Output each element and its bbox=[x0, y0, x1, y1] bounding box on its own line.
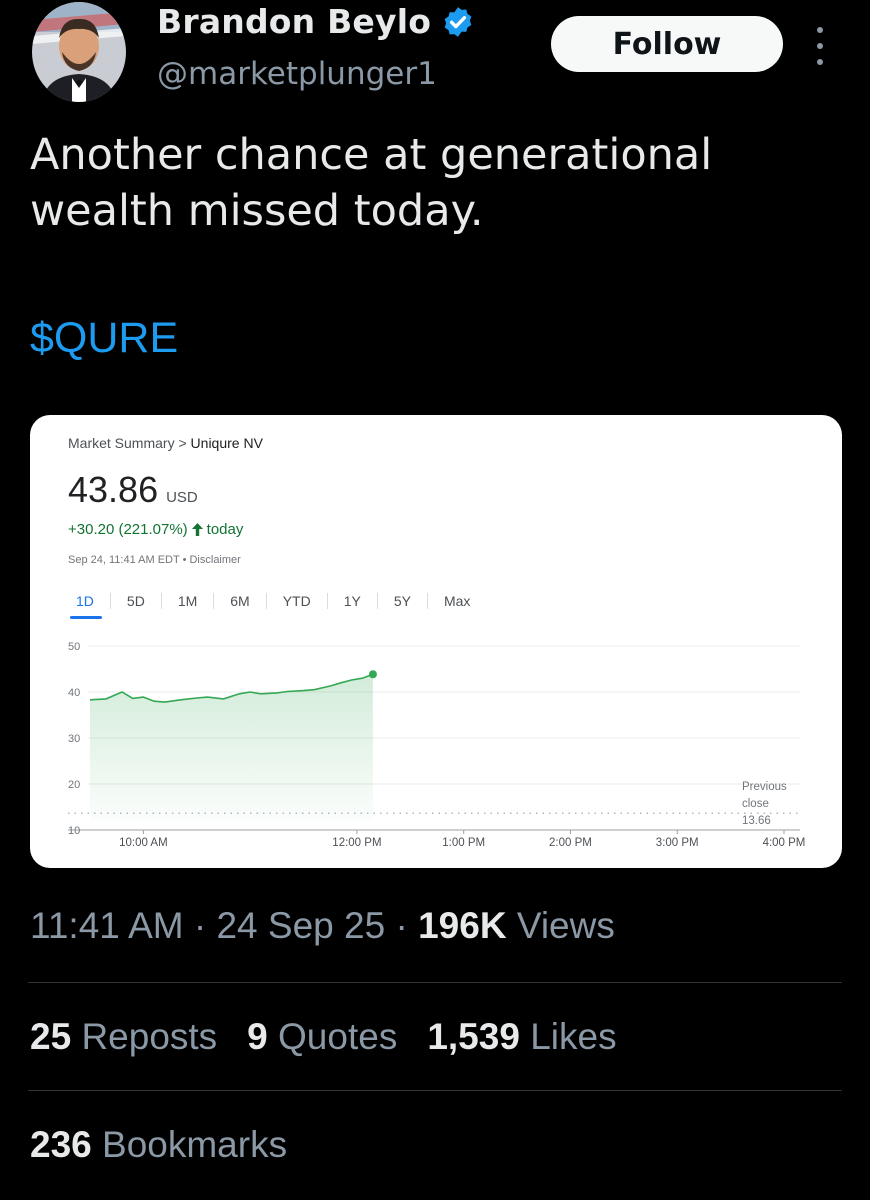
x-tick-label: 1:00 PM bbox=[442, 837, 485, 849]
views-count: 196K bbox=[418, 905, 507, 946]
author-handle[interactable]: @marketplunger1 bbox=[157, 56, 437, 92]
tweet-text: Another chance at generational wealth mi… bbox=[30, 127, 830, 239]
range-tab-1m[interactable]: 1M bbox=[160, 593, 213, 609]
range-tab-max[interactable]: Max bbox=[426, 593, 486, 609]
meta-separator-2: · bbox=[395, 905, 408, 946]
follow-button[interactable]: Follow bbox=[551, 16, 783, 72]
y-tick-label: 10 bbox=[68, 825, 80, 837]
likes-stat[interactable]: 1,539 Likes bbox=[427, 1016, 616, 1058]
range-tabs: 1D 5D 1M 6M YTD 1Y 5Y Max bbox=[68, 593, 486, 619]
likes-count: 1,539 bbox=[427, 1016, 520, 1057]
y-tick-label: 50 bbox=[68, 641, 80, 653]
cashtag-link[interactable]: $QURE bbox=[30, 314, 178, 363]
meta-separator-1: · bbox=[193, 905, 207, 946]
quotes-stat[interactable]: 9 Quotes bbox=[247, 1016, 397, 1058]
quote-timestamp: Sep 24, 11:41 AM EDT • Disclaimer bbox=[68, 554, 241, 566]
reposts-label: Reposts bbox=[81, 1016, 218, 1057]
disclaimer-link[interactable]: Disclaimer bbox=[189, 554, 240, 566]
range-tab-5d[interactable]: 5D bbox=[109, 593, 161, 609]
previous-close-value: 13.66 bbox=[742, 815, 771, 827]
bookmarks-label: Bookmarks bbox=[102, 1124, 288, 1165]
breadcrumb-separator: > bbox=[178, 435, 187, 451]
tweet-text-line-2: wealth missed today. bbox=[30, 186, 484, 236]
previous-close-label-line-1: Previous bbox=[742, 781, 787, 793]
range-tab-1y[interactable]: 1Y bbox=[326, 593, 377, 609]
change-suffix: today bbox=[206, 521, 244, 538]
quotes-count: 9 bbox=[247, 1016, 268, 1057]
divider bbox=[28, 1090, 842, 1091]
tweet-text-line-1: Another chance at generational bbox=[30, 130, 713, 180]
x-tick-label: 3:00 PM bbox=[656, 837, 699, 849]
price-chart[interactable]: 50 40 30 20 10 10:00 AM 12:00 PM 1:00 PM 2:00 P… bbox=[30, 630, 842, 868]
reposts-stat[interactable]: 25 Reposts bbox=[30, 1016, 217, 1058]
x-tick-label: 10:00 AM bbox=[119, 837, 168, 849]
tweet-meta: 11:41 AM · 24 Sep 25 · 196K Views bbox=[30, 905, 615, 947]
change-value: +30.20 (221.07%) bbox=[68, 521, 188, 538]
bookmarks-count: 236 bbox=[30, 1124, 92, 1165]
y-tick-label: 40 bbox=[68, 687, 80, 699]
y-tick-label: 20 bbox=[68, 779, 80, 791]
breadcrumb-current: Uniqure NV bbox=[190, 435, 263, 451]
engagement-stats: 25 Reposts 9 Quotes 1,539 Likes bbox=[30, 1016, 617, 1058]
breadcrumb-parent: Market Summary bbox=[68, 435, 175, 451]
x-tick-label: 12:00 PM bbox=[332, 837, 381, 849]
range-tab-6m[interactable]: 6M bbox=[213, 593, 265, 609]
tweet-time[interactable]: 11:41 AM bbox=[30, 905, 184, 946]
range-tab-5y[interactable]: 5Y bbox=[376, 593, 427, 609]
author-name[interactable]: Brandon Beylo bbox=[157, 2, 431, 41]
views-label: Views bbox=[516, 905, 615, 946]
verified-badge-icon bbox=[444, 6, 472, 37]
likes-label: Likes bbox=[530, 1016, 617, 1057]
tweet-date[interactable]: 24 Sep 25 bbox=[216, 905, 385, 946]
reposts-count: 25 bbox=[30, 1016, 72, 1057]
bookmarks-stat[interactable]: 236 Bookmarks bbox=[30, 1124, 287, 1166]
quotes-label: Quotes bbox=[278, 1016, 398, 1057]
timestamp-text: Sep 24, 11:41 AM EDT bbox=[68, 554, 180, 566]
y-tick-label: 30 bbox=[68, 733, 80, 745]
range-tab-ytd[interactable]: YTD bbox=[265, 593, 327, 609]
currency-label: USD bbox=[166, 489, 198, 506]
latest-price-dot bbox=[368, 670, 377, 679]
previous-close-label-line-2: close bbox=[742, 798, 769, 810]
more-options-icon[interactable] bbox=[808, 22, 832, 70]
avatar[interactable] bbox=[32, 2, 126, 102]
x-tick-label: 2:00 PM bbox=[549, 837, 592, 849]
breadcrumb: Market Summary > Uniqure NV bbox=[68, 435, 263, 451]
stock-screenshot-card[interactable]: Market Summary > Uniqure NV 43.86 USD +3… bbox=[30, 415, 842, 868]
range-tab-1d[interactable]: 1D bbox=[68, 593, 110, 619]
price-change: +30.20 (221.07%) today bbox=[68, 521, 243, 538]
price-row: 43.86 USD bbox=[68, 469, 198, 511]
stock-price: 43.86 bbox=[68, 469, 159, 510]
author-name-row: Brandon Beylo bbox=[157, 2, 475, 41]
divider bbox=[28, 982, 842, 983]
arrow-up-icon bbox=[191, 523, 203, 536]
x-tick-label: 4:00 PM bbox=[763, 837, 806, 849]
